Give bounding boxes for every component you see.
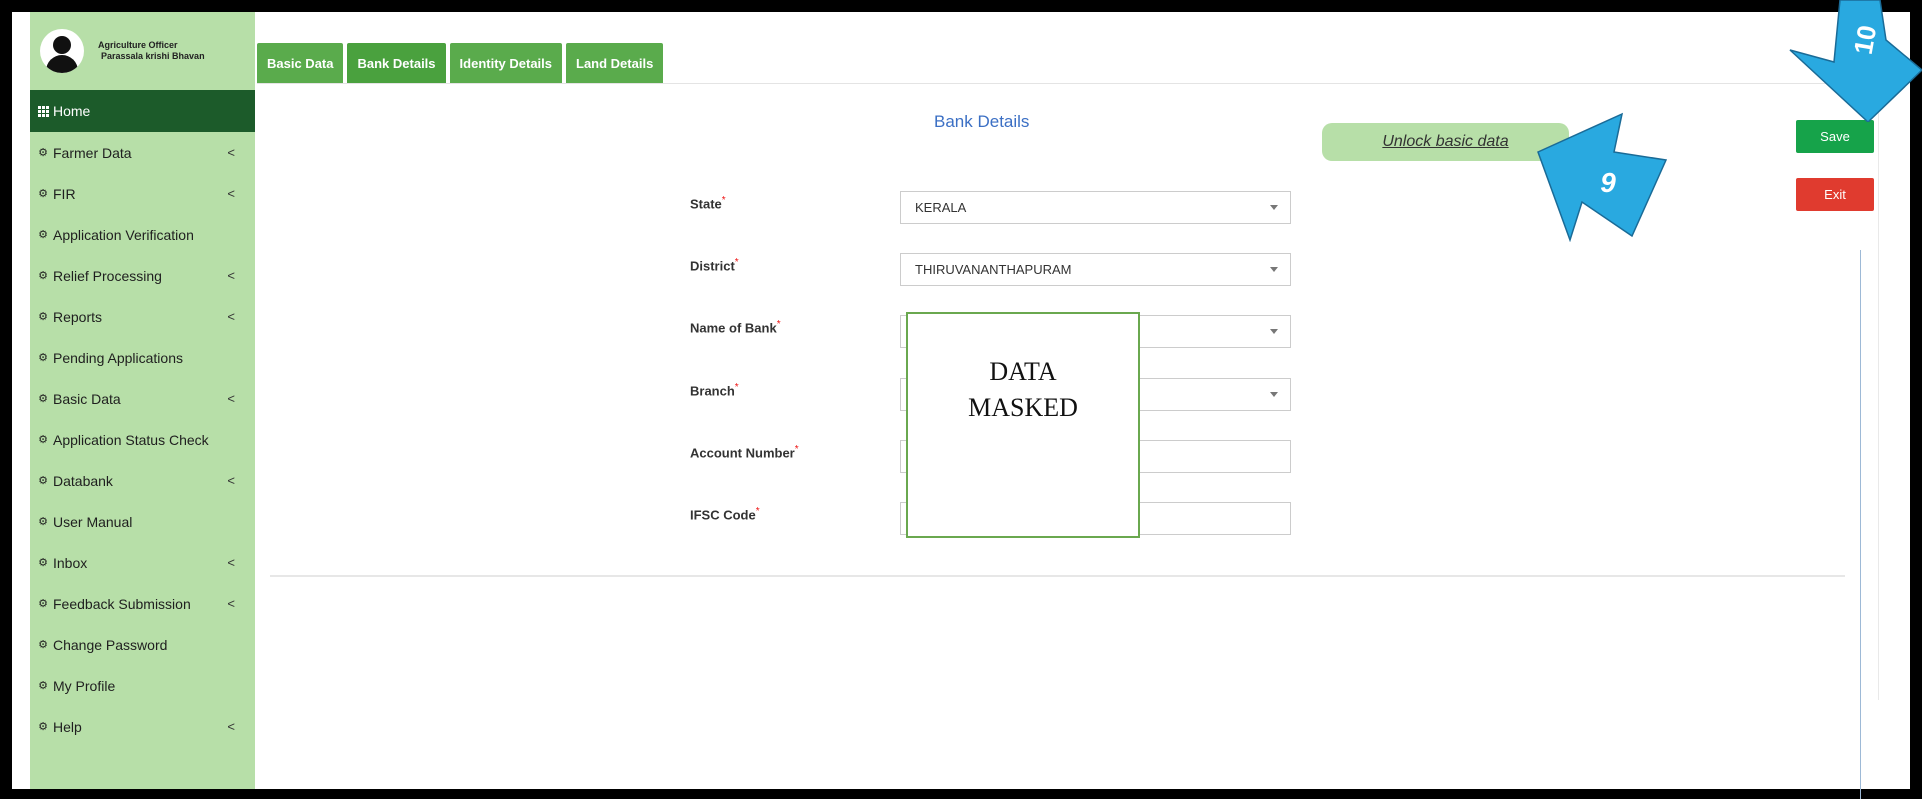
sidebar-item-label: Pending Applications	[53, 349, 183, 366]
tab-identity-details[interactable]: Identity Details	[449, 43, 562, 84]
sidebar-item-label: Basic Data	[53, 390, 121, 407]
sidebar-item-label: Farmer Data	[53, 144, 132, 161]
caret-down-icon	[1270, 267, 1278, 272]
tab-land-details[interactable]: Land Details	[566, 43, 664, 84]
caret-down-icon	[1270, 329, 1278, 334]
sidebar-item-reports[interactable]: ⚙ Reports <	[30, 296, 255, 337]
dashboard-icon: ⚙	[38, 188, 48, 200]
chevron-left-icon: <	[227, 186, 235, 201]
dashboard-icon: ⚙	[38, 393, 48, 405]
chevron-left-icon: <	[227, 268, 235, 283]
tab-bar: Basic Data Bank Details Identity Details…	[257, 43, 664, 84]
dashboard-icon: ⚙	[38, 516, 48, 528]
sidebar-item-basic-data[interactable]: ⚙ Basic Data <	[30, 378, 255, 419]
sidebar-item-pending-applications[interactable]: ⚙ Pending Applications	[30, 337, 255, 378]
user-office: Parassala krishi Bhavan	[101, 51, 205, 61]
sidebar-item-fir[interactable]: ⚙ FIR <	[30, 173, 255, 214]
dashboard-icon: ⚙	[38, 598, 48, 610]
tab-divider	[257, 83, 1905, 84]
district-value: THIRUVANANTHAPURAM	[915, 262, 1072, 277]
dashboard-icon: ⚙	[38, 147, 48, 159]
dashboard-icon: ⚙	[38, 639, 48, 651]
sidebar-item-home[interactable]: Home	[30, 90, 255, 132]
tab-basic-data[interactable]: Basic Data	[257, 43, 344, 84]
chevron-left-icon: <	[227, 391, 235, 406]
state-label: State*	[690, 195, 726, 212]
caret-down-icon	[1270, 205, 1278, 210]
divider-line	[1860, 250, 1861, 799]
step-9-callout-arrow-icon: 9	[1537, 112, 1668, 242]
dashboard-icon: ⚙	[38, 352, 48, 364]
dashboard-icon: ⚙	[38, 270, 48, 282]
state-value: KERALA	[915, 200, 967, 215]
step-10-label: 10	[1848, 23, 1883, 57]
bank-name-label: Name of Bank*	[690, 319, 781, 336]
sidebar-item-inbox[interactable]: ⚙ Inbox <	[30, 542, 255, 583]
sidebar-item-application-verification[interactable]: ⚙ Application Verification	[30, 214, 255, 255]
dashboard-icon: ⚙	[38, 721, 48, 733]
user-box: Agriculture Officer Parassala krishi Bha…	[30, 12, 255, 90]
dashboard-icon: ⚙	[38, 229, 48, 241]
sidebar-item-label: Help	[53, 718, 82, 735]
sidebar-item-help[interactable]: ⚙ Help <	[30, 706, 255, 747]
step-9-label: 9	[1600, 167, 1616, 198]
ifsc-code-label: IFSC Code*	[690, 506, 760, 523]
dashboard-icon: ⚙	[38, 475, 48, 487]
chevron-left-icon: <	[227, 309, 235, 324]
sidebar-item-label: FIR	[53, 185, 76, 202]
account-number-label: Account Number*	[690, 444, 799, 461]
sidebar-item-farmer-data[interactable]: ⚙ Farmer Data <	[30, 132, 255, 173]
district-select[interactable]: THIRUVANANTHAPURAM	[900, 253, 1291, 286]
data-masked-overlay: DATA MASKED	[906, 312, 1140, 538]
sidebar-menu: Home ⚙ Farmer Data < ⚙ FIR < ⚙ Application Verif…	[30, 90, 255, 747]
mask-line-1: DATA	[989, 357, 1057, 386]
chevron-left-icon: <	[227, 719, 235, 734]
district-label: District*	[690, 257, 739, 274]
sidebar-item-relief-processing[interactable]: ⚙ Relief Processing <	[30, 255, 255, 296]
user-role: Agriculture Officer	[98, 40, 178, 50]
sidebar-item-databank[interactable]: ⚙ Databank <	[30, 460, 255, 501]
sidebar-item-change-password[interactable]: ⚙ Change Password	[30, 624, 255, 665]
sidebar-item-label: Databank	[53, 472, 113, 489]
dashboard-icon: ⚙	[38, 434, 48, 446]
sidebar-item-label: Application Verification	[53, 226, 194, 243]
user-avatar-icon	[40, 29, 84, 73]
branch-label: Branch*	[690, 382, 739, 399]
sidebar-item-label: Change Password	[53, 636, 168, 653]
sidebar-item-label: User Manual	[53, 513, 133, 530]
sidebar-item-user-manual[interactable]: ⚙ User Manual	[30, 501, 255, 542]
sidebar-item-label: Home	[53, 103, 91, 119]
sidebar-item-label: Reports	[53, 308, 103, 325]
chevron-left-icon: <	[227, 555, 235, 570]
scrollbar[interactable]	[1878, 20, 1890, 700]
sidebar-item-label: Relief Processing	[53, 267, 162, 284]
tab-bank-details[interactable]: Bank Details	[347, 43, 446, 84]
sidebar-item-label: Inbox	[53, 554, 88, 571]
dashboard-icon: ⚙	[38, 557, 48, 569]
grid-icon	[36, 105, 50, 117]
sidebar-item-label: Feedback Submission	[53, 595, 191, 612]
sidebar-item-my-profile[interactable]: ⚙ My Profile	[30, 665, 255, 706]
dashboard-icon: ⚙	[38, 311, 48, 323]
step-10-callout-arrow-icon: 10	[1789, 0, 1922, 122]
chevron-left-icon: <	[227, 145, 235, 160]
exit-button[interactable]: Exit	[1796, 178, 1874, 211]
sidebar-item-feedback-submission[interactable]: ⚙ Feedback Submission <	[30, 583, 255, 624]
state-select[interactable]: KERALA	[900, 191, 1291, 224]
sidebar-item-label: Application Status Check	[53, 431, 209, 448]
save-button[interactable]: Save	[1796, 120, 1874, 153]
chevron-left-icon: <	[227, 596, 235, 611]
sidebar-item-label: My Profile	[53, 677, 116, 694]
dashboard-icon: ⚙	[38, 680, 48, 692]
sidebar: Agriculture Officer Parassala krishi Bha…	[30, 12, 255, 789]
caret-down-icon	[1270, 392, 1278, 397]
user-info: Agriculture Officer Parassala krishi Bha…	[92, 40, 205, 62]
panel-title: Bank Details	[934, 112, 1030, 131]
sidebar-item-application-status-check[interactable]: ⚙ Application Status Check	[30, 419, 255, 460]
mask-line-2: MASKED	[968, 393, 1078, 422]
chevron-left-icon: <	[227, 473, 235, 488]
